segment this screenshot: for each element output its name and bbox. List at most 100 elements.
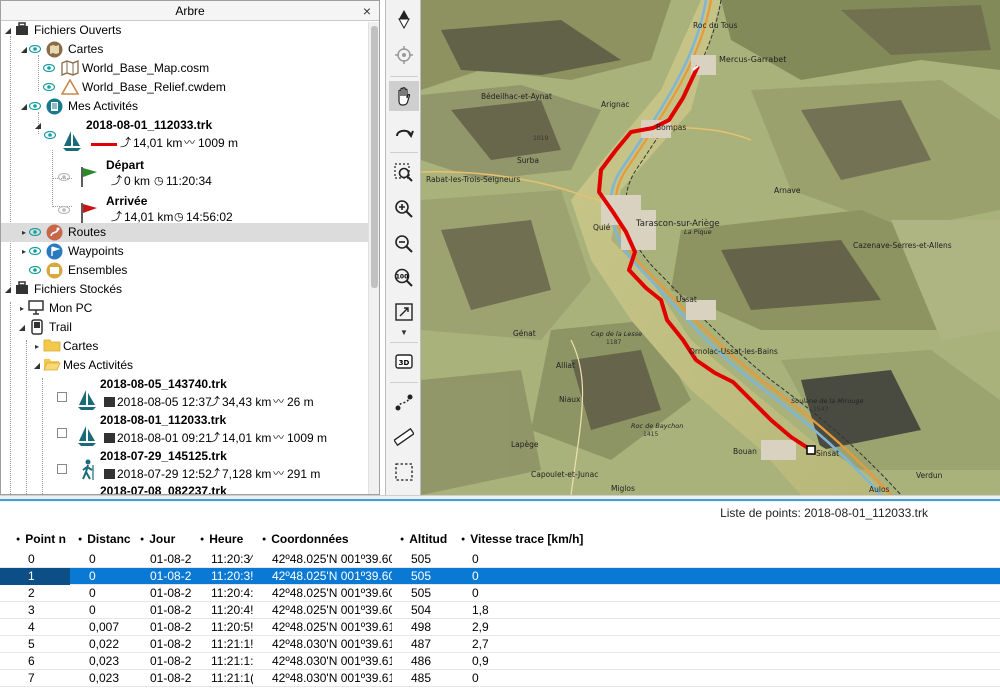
visibility-eye-icon[interactable] [29,97,41,116]
stored-track-item[interactable]: 2018-07-08_082237.trk [1,482,369,494]
elevation-icon: 〰 [273,432,284,444]
cell-altitude: 498 [411,620,432,634]
column-header-point[interactable]: Point n [16,528,74,550]
tree-node-relief-file[interactable]: World_Base_Relief.cwdem [1,78,369,97]
column-header-altitude[interactable]: Altitud [400,528,458,550]
table-row[interactable]: 7 0,023 01-08-2( 11:21:1( 42º48.030'N 00… [0,670,1000,687]
visibility-eye-icon[interactable] [29,40,41,59]
zoom-selection-button[interactable] [389,158,419,188]
visibility-eye-icon[interactable] [44,126,56,145]
expand-arrow-icon[interactable]: ▸ [20,223,28,242]
tree-node-track[interactable]: ◢ 2018-08-01_112033.trk ⤴ 14,01 km 〰 100… [1,116,369,156]
tree-node-open-files[interactable]: ◢ Fichiers Ouverts [1,22,369,40]
spot-height: 1187 [606,339,621,346]
cell-point: 3 [28,603,35,617]
cell-distance: 0 [89,552,96,566]
track-end-marker[interactable] [806,445,816,455]
place-label: Niaux [559,395,581,404]
tree-node-waypoints[interactable]: ▸ Waypoints [1,242,369,261]
hidden-eye-icon[interactable] [58,201,70,220]
place-label: Bouan [733,447,757,456]
cell-time: 11:20:4: [211,586,253,600]
cell-coordinates: 42º48.030'N 001º39.61: [272,654,392,668]
expand-arrow-icon[interactable]: ▸ [20,242,28,261]
collapse-arrow-icon[interactable]: ◢ [4,280,12,299]
tree-node-start[interactable]: Départ ⤴ 0 km ◷ 11:20:34 [1,156,369,192]
visibility-eye-icon[interactable] [29,261,41,280]
column-header-day[interactable]: Jour [140,528,198,550]
table-row-selected[interactable]: 1 0 01-08-2( 11:20:3! 42º48.025'N 001º39… [0,568,1000,585]
stored-track-elevation: 1009 m [287,431,328,445]
table-row[interactable]: 5 0,022 01-08-2( 11:21:1! 42º48.030'N 00… [0,636,1000,653]
expand-arrow-icon[interactable]: ▸ [18,299,26,318]
cell-distance: 0 [89,569,96,583]
column-header-speed[interactable]: Vitesse trace [km/h] [461,528,661,550]
zoom-out-button[interactable] [389,229,419,259]
tree-node-map-file[interactable]: World_Base_Map.cosm [1,59,369,78]
hidden-eye-icon[interactable] [58,168,70,187]
select-area-button[interactable] [389,457,419,487]
rotate-map-button[interactable] [389,117,419,147]
visibility-eye-icon[interactable] [29,242,41,261]
table-row[interactable]: 3 0 01-08-2( 11:20:4! 42º48.025'N 001º39… [0,602,1000,619]
table-row[interactable]: 4 0,007 01-08-2( 11:20:5! 42º48.025'N 00… [0,619,1000,636]
table-row[interactable]: 6 0,023 01-08-2( 11:21:1: 42º48.030'N 00… [0,653,1000,670]
visibility-eye-icon[interactable] [43,59,55,78]
tree-node-my-pc[interactable]: ▸ Mon PC [1,299,369,318]
gps-locate-button[interactable] [389,40,419,70]
cell-point: 5 [28,637,35,651]
cell-distance: 0,007 [89,620,120,634]
cell-coordinates: 42º48.025'N 001º39.61: [272,620,392,634]
toolbar-more-arrow-icon[interactable]: ▼ [389,325,419,339]
compass-north-button[interactable] [389,4,419,34]
tree-node-trail[interactable]: ◢ Trail [1,318,369,337]
ruler-tool-button[interactable] [389,422,419,452]
zoom-in-button[interactable] [389,194,419,224]
column-header-time[interactable]: Heure [200,528,258,550]
track-checkbox[interactable] [57,464,67,474]
track-checkbox[interactable] [57,392,67,402]
visibility-eye-icon[interactable] [43,78,55,97]
topographic-map[interactable]: Roc du Tous Mercus-Garrabet Bédeilhac-et… [421,0,1000,495]
stored-track-item[interactable]: 2018-08-01_112033.trk 2018-08-01 09:21 ⤴… [1,411,369,449]
collapse-arrow-icon[interactable]: ◢ [33,356,41,375]
view-3d-button[interactable]: 3D [389,346,419,376]
scrollbar-thumb[interactable] [371,26,378,288]
cell-day: 01-08-2( [150,654,192,668]
table-row[interactable]: 2 0 01-08-2( 11:20:4: 42º48.025'N 001º39… [0,585,1000,602]
folder-icon [43,338,61,355]
tree-node-sets[interactable]: Ensembles [1,261,369,280]
pan-hand-button[interactable] [389,81,419,111]
close-icon[interactable]: × [363,1,371,21]
tree-node-routes[interactable]: ▸ Routes [1,223,369,242]
zoom-100-button[interactable]: 100 [389,263,419,293]
collapse-arrow-icon[interactable]: ◢ [34,116,42,135]
stored-track-date: 2018-08-01 09:21 [117,431,212,445]
track-checkbox[interactable] [57,428,67,438]
fit-extent-button[interactable] [389,297,419,327]
tree-title: Arbre [175,4,205,18]
tree-node-trail-maps[interactable]: ▸ Cartes [1,337,369,356]
cell-time: 11:21:1: [211,654,253,668]
collapse-arrow-icon[interactable]: ◢ [20,40,28,59]
column-header-distance[interactable]: Distanc [78,528,138,550]
expand-arrow-icon[interactable]: ▸ [33,337,41,356]
track-distance: 14,01 km [133,136,183,150]
tree-scrollbar[interactable] [368,22,379,494]
tree-node-trail-activities[interactable]: ◢ Mes Activités [1,356,369,375]
cell-coordinates: 42º48.025'N 001º39.60 [272,586,392,600]
route-tool-button[interactable] [389,387,419,417]
cell-day: 01-08-2( [150,671,192,685]
collapse-arrow-icon[interactable]: ◢ [18,318,26,337]
column-header-coordinates[interactable]: Coordonnées [262,528,400,550]
stored-track-item[interactable]: 2018-08-05_143740.trk 2018-08-05 12:37 ⤴… [1,375,369,413]
collapse-arrow-icon[interactable]: ◢ [4,22,12,40]
tree-node-stored-files[interactable]: ◢ Fichiers Stockés [1,280,369,299]
table-row[interactable]: 0 0 01-08-2( 11:20:3⁄ 42º48.025'N 001º39… [0,551,1000,568]
collapse-arrow-icon[interactable]: ◢ [20,97,28,116]
tree-node-activities[interactable]: ◢ Mes Activités [1,97,369,116]
start-distance: 0 km [124,174,151,188]
stored-track-item[interactable]: 2018-07-29_145125.trk 2018-07-29 12:52 ⤴… [1,447,369,485]
tree-node-maps[interactable]: ◢ Cartes [1,40,369,59]
visibility-eye-icon[interactable] [29,223,41,242]
